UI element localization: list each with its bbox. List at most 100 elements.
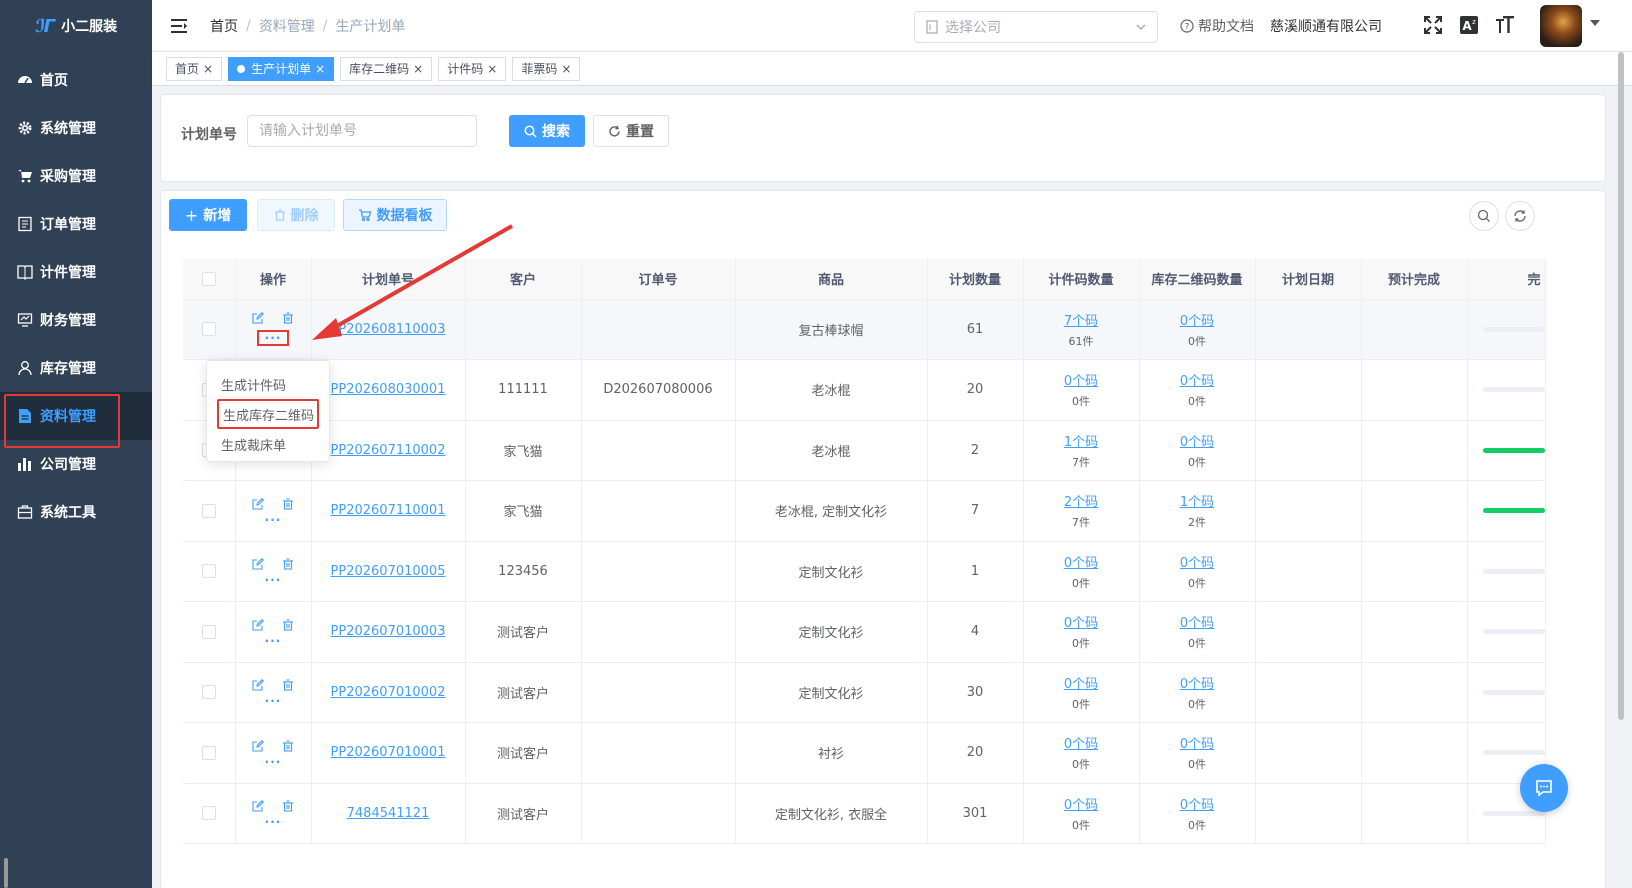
checkbox-cell[interactable] [183, 722, 236, 784]
trash-icon[interactable] [282, 498, 294, 514]
reset-button[interactable]: 重置 [593, 115, 669, 147]
row-checkbox[interactable] [201, 322, 216, 337]
gen-stock-qrcode-item[interactable]: 生成库存二维码 [217, 399, 319, 429]
add-button[interactable]: + 新增 [169, 199, 247, 231]
table-row[interactable]: PP202608030001 111111 D202607080006 老冰棍 20 0个… [183, 359, 1546, 421]
row-checkbox[interactable] [201, 806, 216, 821]
checkbox-cell[interactable] [183, 480, 236, 542]
sidebar-item[interactable]: 库存管理 [0, 344, 152, 392]
trash-icon[interactable] [282, 312, 294, 328]
piece-code-link[interactable]: 0个码 [1064, 794, 1098, 813]
checkbox-cell[interactable] [183, 662, 236, 723]
trash-icon[interactable] [282, 558, 294, 574]
row-checkbox[interactable] [201, 624, 216, 639]
edit-icon[interactable] [252, 800, 264, 816]
edit-icon[interactable] [252, 558, 264, 574]
checkbox-cell[interactable] [183, 783, 236, 844]
sidebar-item[interactable]: 资料管理 [0, 392, 152, 448]
select-all-cell[interactable] [183, 259, 236, 300]
gen-piece-code-item[interactable]: 生成计件码 [207, 369, 329, 399]
table-row[interactable]: ··· PP202607010001 测试客户 衬衫 20 0个码 0件 0个码 0件 [183, 722, 1546, 784]
piece-code-link[interactable]: 0个码 [1064, 552, 1098, 571]
edit-icon[interactable] [252, 679, 264, 695]
plan-no-link[interactable]: PP202607010003 [331, 624, 446, 639]
company-select[interactable]: 选择公司 [914, 11, 1158, 43]
plan-no-link[interactable]: PP202607010001 [331, 745, 446, 760]
checkbox-cell[interactable] [183, 601, 236, 663]
close-icon[interactable]: × [413, 62, 423, 76]
stock-qrcode-link[interactable]: 0个码 [1180, 310, 1214, 329]
more-icon[interactable]: ··· [259, 756, 288, 768]
plan-no-input[interactable] [247, 115, 477, 147]
piece-code-link[interactable]: 1个码 [1064, 431, 1098, 450]
row-checkbox[interactable] [201, 745, 216, 760]
table-row[interactable]: ··· PP202607010003 测试客户 定制文化衫 4 0个码 0件 0个码 0件 [183, 601, 1546, 663]
data-board-button[interactable]: 数据看板 [343, 199, 447, 231]
plan-no-link[interactable]: PP202608030001 [331, 382, 446, 397]
more-icon[interactable]: ··· [259, 574, 288, 586]
stock-qrcode-link[interactable]: 0个码 [1180, 733, 1214, 752]
edit-icon[interactable] [252, 618, 264, 635]
checkbox-cell[interactable] [183, 299, 236, 360]
plan-no-link[interactable]: PP202608110003 [331, 322, 446, 337]
sidebar-scrollbar[interactable] [4, 858, 8, 888]
piece-code-link[interactable]: 0个码 [1064, 612, 1098, 631]
trash-icon[interactable] [282, 800, 294, 816]
help-link[interactable]: ? 帮助文档 [1180, 16, 1254, 36]
chat-button[interactable] [1520, 764, 1568, 812]
close-icon[interactable]: × [561, 62, 571, 76]
tab-item[interactable]: 菲票码 × [512, 56, 581, 81]
refresh-table-button[interactable] [1505, 201, 1535, 231]
plan-no-link[interactable]: PP202607010002 [331, 685, 446, 700]
row-checkbox[interactable] [201, 503, 216, 518]
plan-no-link[interactable]: PP202607110002 [331, 443, 446, 458]
table-row[interactable]: ··· PP202607010002 测试客户 定制文化衫 30 0个码 0件 0个码 0件 [183, 662, 1546, 723]
trash-icon[interactable] [282, 679, 294, 695]
table-row[interactable]: ··· PP202607110001 家飞猫 老冰棍, 定制文化衫 7 2个码 7件 1个码 2… [183, 480, 1546, 542]
tab-item[interactable]: 生产计划单 × [228, 56, 335, 81]
edit-icon[interactable] [252, 739, 264, 756]
tab-item[interactable]: 库存二维码 × [340, 56, 433, 81]
sidebar-item[interactable]: 系统工具 [0, 488, 152, 536]
stock-qrcode-link[interactable]: 0个码 [1180, 552, 1214, 571]
table-row[interactable]: ··· PP202607010005 123456 定制文化衫 1 0个码 0件 0个码 0件 [183, 541, 1546, 602]
stock-qrcode-link[interactable]: 1个码 [1180, 491, 1214, 510]
trash-icon[interactable] [282, 740, 294, 756]
stock-qrcode-link[interactable]: 0个码 [1180, 370, 1214, 389]
edit-icon[interactable] [252, 497, 264, 514]
sidebar-item[interactable]: 系统管理 [0, 104, 152, 152]
sidebar-item[interactable]: 订单管理 [0, 200, 152, 248]
translate-icon[interactable]: Az [1458, 14, 1480, 36]
more-icon[interactable]: ··· [256, 330, 290, 347]
trash-icon[interactable] [282, 619, 294, 635]
search-button[interactable]: 搜索 [509, 115, 585, 147]
piece-code-link[interactable]: 0个码 [1064, 733, 1098, 752]
stock-qrcode-link[interactable]: 0个码 [1180, 612, 1214, 631]
sidebar-item[interactable]: 财务管理 [0, 296, 152, 344]
piece-code-link[interactable]: 7个码 [1064, 310, 1098, 329]
select-all-checkbox[interactable] [201, 271, 216, 286]
tab-item[interactable]: 计件码 × [438, 56, 507, 81]
stock-qrcode-link[interactable]: 0个码 [1180, 673, 1214, 692]
gen-cutting-sheet-item[interactable]: 生成裁床单 [207, 429, 329, 459]
piece-code-link[interactable]: 0个码 [1064, 673, 1098, 692]
more-icon[interactable]: ··· [259, 816, 288, 828]
avatar[interactable] [1540, 5, 1582, 47]
logo[interactable]: ℐΓ 小二服装 [0, 0, 152, 52]
fullscreen-icon[interactable] [1422, 14, 1444, 36]
plan-no-link[interactable]: PP202607010005 [331, 564, 446, 579]
tab-item[interactable]: 首页 × [166, 56, 223, 81]
delete-button[interactable]: 删除 [257, 199, 335, 231]
sidebar-item[interactable]: 计件管理 [0, 248, 152, 296]
plan-no-link[interactable]: 7484541121 [347, 806, 430, 821]
stock-qrcode-link[interactable]: 0个码 [1180, 794, 1214, 813]
more-icon[interactable]: ··· [259, 635, 288, 647]
table-row[interactable]: ··· 7484541121 测试客户 定制文化衫, 衣服全 301 0个码 0件 0个码 0件 [183, 783, 1546, 844]
edit-icon[interactable] [252, 312, 264, 328]
caret-down-icon[interactable] [1590, 20, 1600, 26]
font-size-icon[interactable] [1494, 14, 1516, 36]
sidebar-item[interactable]: 公司管理 [0, 440, 152, 488]
close-icon[interactable]: × [487, 62, 497, 76]
close-icon[interactable]: × [203, 62, 213, 76]
breadcrumb-home[interactable]: 首页 [210, 16, 238, 36]
